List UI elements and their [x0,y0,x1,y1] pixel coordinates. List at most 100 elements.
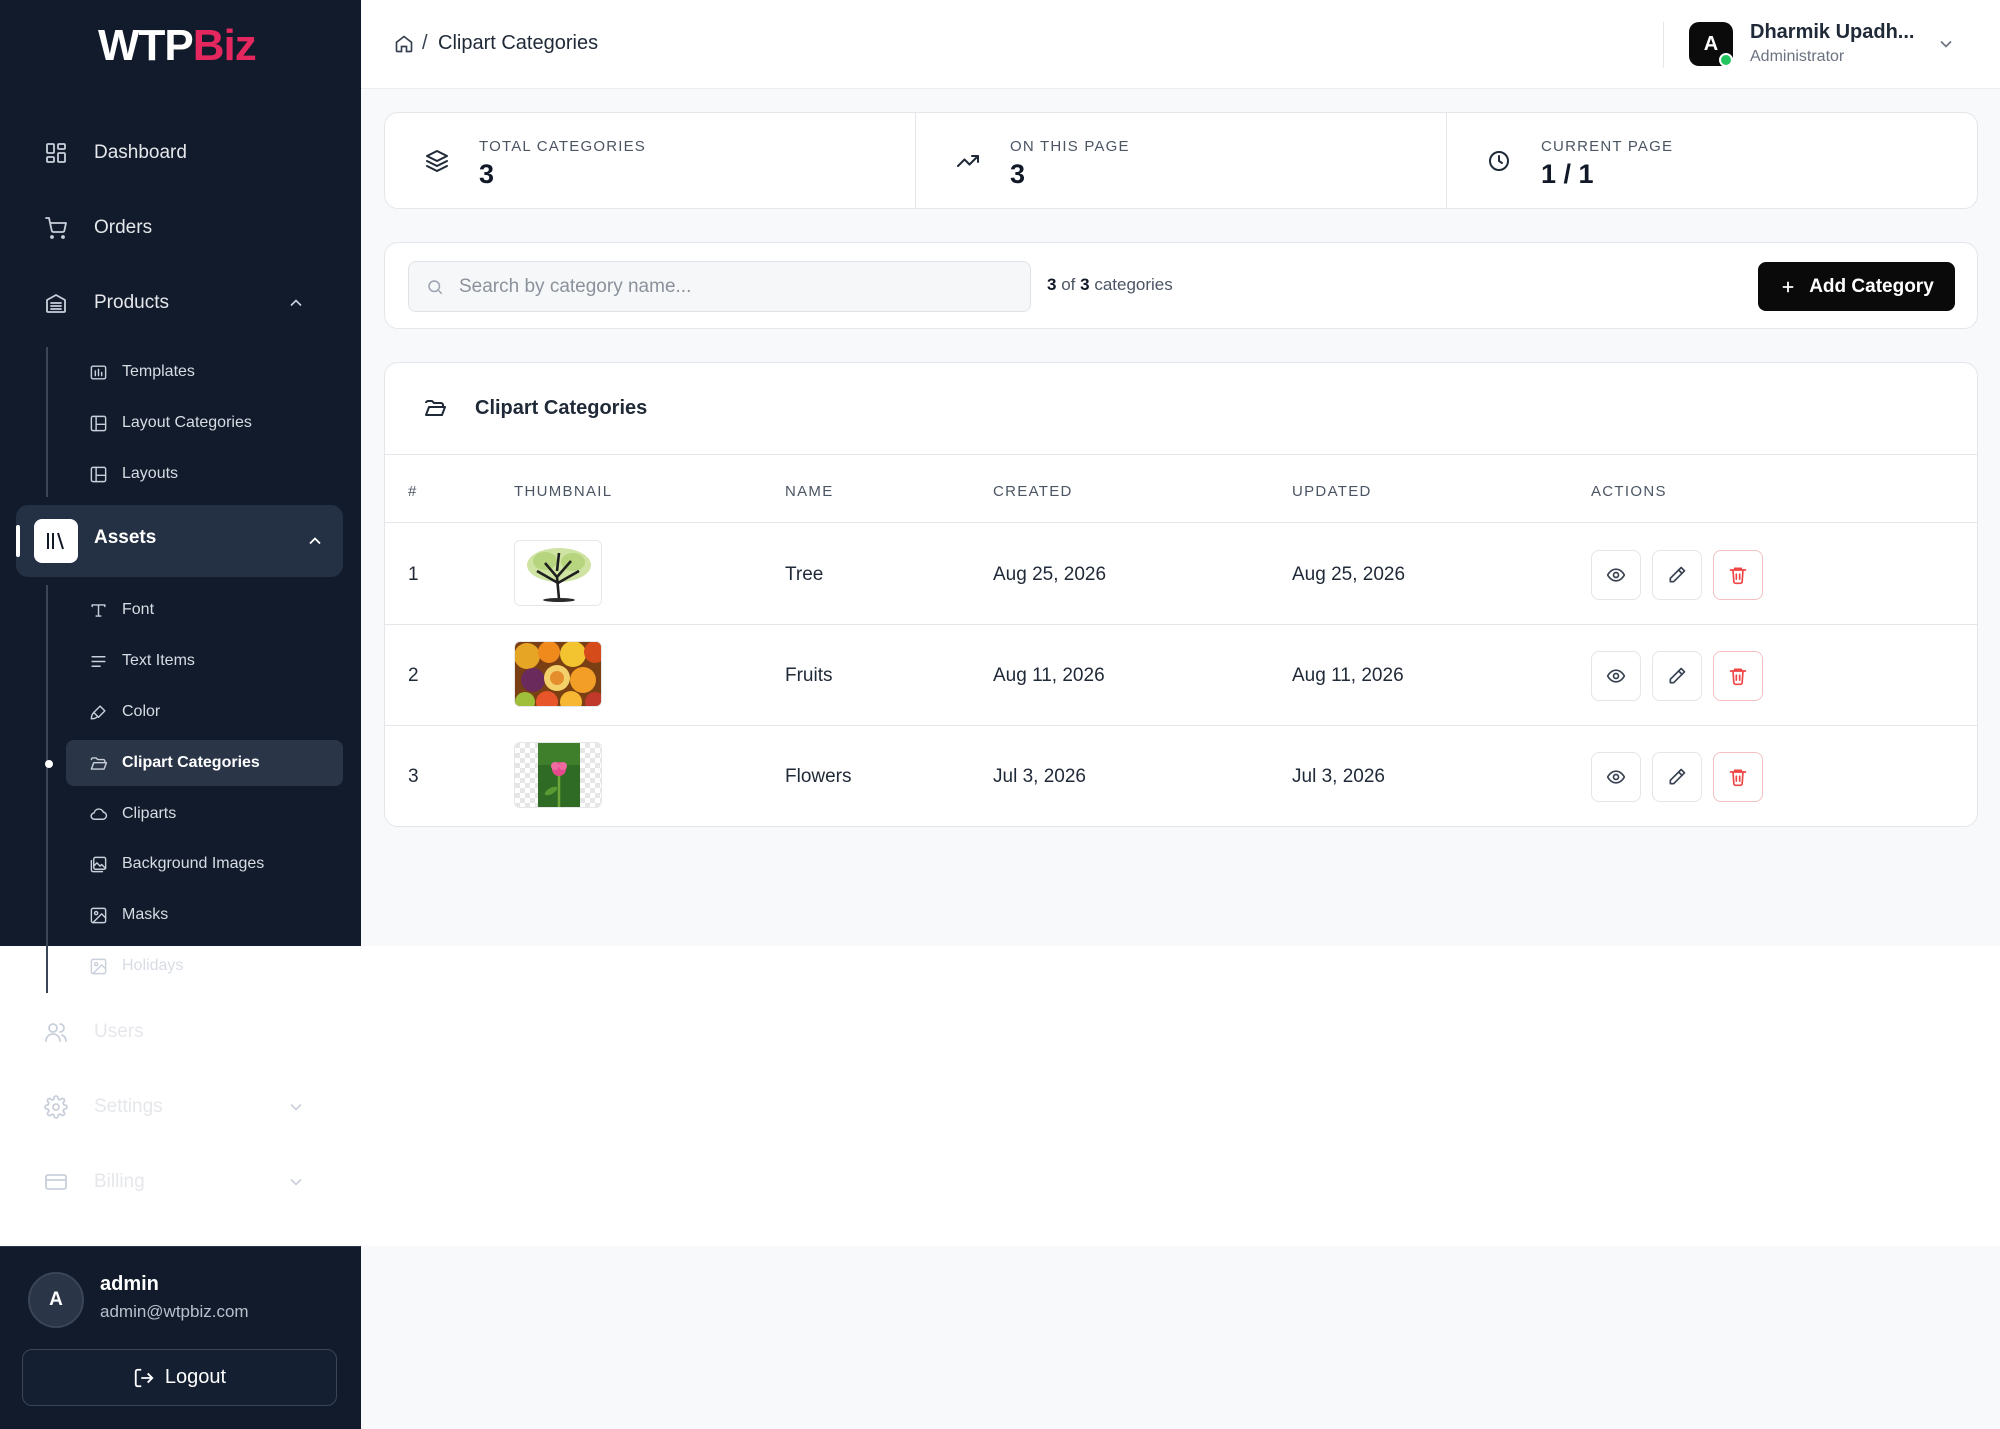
folder-open-icon [80,754,116,773]
trash-icon [1729,668,1747,686]
row-updated: Aug 11, 2026 [1292,665,1404,686]
chevron-down-icon [286,1097,306,1117]
trending-up-icon [956,149,980,178]
sidebar-subitem-label: Templates [122,363,195,380]
brand-logo[interactable]: WTPBiz [98,21,257,70]
edit-button[interactable] [1652,651,1702,701]
row-name: Tree [785,564,824,585]
layers-icon [425,149,449,178]
avatar: A [28,1272,84,1328]
table-card-header: Clipart Categories [385,363,1977,455]
sidebar-item-products[interactable]: Products [28,275,344,331]
pencil-icon [1669,667,1686,684]
eye-icon [1606,568,1626,582]
chevron-down-icon [286,1172,306,1192]
thumbnail-fruits[interactable] [514,641,602,707]
count-shown: 3 [1047,275,1057,294]
home-icon[interactable] [394,34,414,59]
online-status-dot [1719,53,1733,67]
row-name: Fruits [785,665,833,686]
column-header-index: # [408,483,418,500]
sidebar-subitem-templates[interactable]: Templates [66,349,343,395]
cloud-icon [80,805,116,824]
trash-icon [1729,567,1747,585]
submenu-guide-line [46,585,48,993]
view-button[interactable] [1591,752,1641,802]
active-subitem-dot [45,760,53,768]
row-created: Aug 25, 2026 [993,564,1107,585]
top-bar [361,0,2000,89]
paintbrush-icon [80,703,116,722]
logout-label: Logout [164,1366,227,1388]
row-created: Jul 3, 2026 [993,766,1086,787]
table-title: Clipart Categories [475,397,648,419]
stat-total-categories: TOTAL CATEGORIES 3 [385,113,916,208]
layout-icon [80,414,116,433]
logout-button[interactable]: Logout [22,1349,337,1406]
sidebar-subitem-holidays[interactable]: Holidays [66,943,343,989]
cart-icon [28,216,84,240]
search-input[interactable] [459,262,1019,311]
sidebar-subitem-label: Color [122,703,161,720]
sidebar-item-users[interactable]: Users [28,1004,344,1060]
users-icon [28,1020,84,1044]
sidebar-user-name: admin [100,1273,159,1295]
sidebar-subitem-clipart-categories[interactable]: Clipart Categories [66,740,343,786]
row-updated: Jul 3, 2026 [1292,766,1385,787]
sidebar-subitem-text-items[interactable]: Text Items [66,638,343,684]
stat-value: 1 / 1 [1541,159,1594,189]
type-icon [80,601,116,620]
folder-open-icon [425,400,446,416]
library-icon [34,519,78,563]
sidebar-subitem-background-images[interactable]: Background Images [66,841,343,887]
search-icon [428,280,443,295]
sidebar-subitem-layouts[interactable]: Layouts [66,451,343,497]
sidebar-item-dashboard[interactable]: Dashboard [28,125,344,181]
edit-button[interactable] [1652,752,1702,802]
edit-button[interactable] [1652,550,1702,600]
breadcrumb-separator: / [422,32,428,54]
sidebar-subitem-label: Background Images [122,855,265,872]
sidebar-subitem-font[interactable]: Font [66,587,343,633]
sidebar-item-label: Billing [94,1171,145,1192]
sidebar-user-email: admin@wtpbiz.com [100,1302,249,1321]
eye-icon [1606,770,1626,784]
sidebar-item-label: Dashboard [94,142,187,163]
sidebar-item-orders[interactable]: Orders [28,200,344,256]
eye-icon [1606,669,1626,683]
row-index: 3 [408,766,419,787]
add-category-button[interactable]: Add Category [1758,262,1955,311]
sidebar-item-settings[interactable]: Settings [28,1079,344,1135]
sidebar-subitem-layout-categories[interactable]: Layout Categories [66,400,343,446]
row-index: 2 [408,665,419,686]
stat-label: ON THIS PAGE [1010,138,1130,155]
thumbnail-tree[interactable] [514,540,602,606]
count-of: of [1061,275,1076,294]
sidebar-subitem-cliparts[interactable]: Cliparts [66,791,343,837]
delete-button[interactable] [1713,651,1763,701]
view-button[interactable] [1591,651,1641,701]
filter-toolbar: 3 of 3 categories Add Category [384,242,1978,329]
delete-button[interactable] [1713,752,1763,802]
sidebar-item-billing[interactable]: Billing [28,1154,344,1210]
sidebar-subitem-masks[interactable]: Masks [66,892,343,938]
row-index: 1 [408,564,419,585]
sidebar-item-label: Products [94,292,169,313]
view-button[interactable] [1591,550,1641,600]
submenu-guide-line [46,347,48,497]
main-content-lower [361,1246,2000,1429]
breadcrumb-current: Clipart Categories [438,32,599,54]
header-user-name[interactable]: Dharmik Upadh... [1750,21,1914,44]
column-header-updated: UPDATED [1292,483,1372,500]
chevron-down-icon[interactable] [1936,34,1956,59]
thumbnail-flower[interactable] [514,742,602,808]
sidebar-subitem-color[interactable]: Color [66,689,343,735]
count-total: 3 [1080,275,1090,294]
images-icon [80,855,116,874]
column-header-created: CREATED [993,483,1073,500]
sidebar-subitem-label: Layout Categories [122,414,252,431]
stat-value: 3 [1010,159,1026,189]
brand-logo-part1: WTP [98,21,194,70]
delete-button[interactable] [1713,550,1763,600]
sidebar-subitem-label: Holidays [122,957,184,974]
